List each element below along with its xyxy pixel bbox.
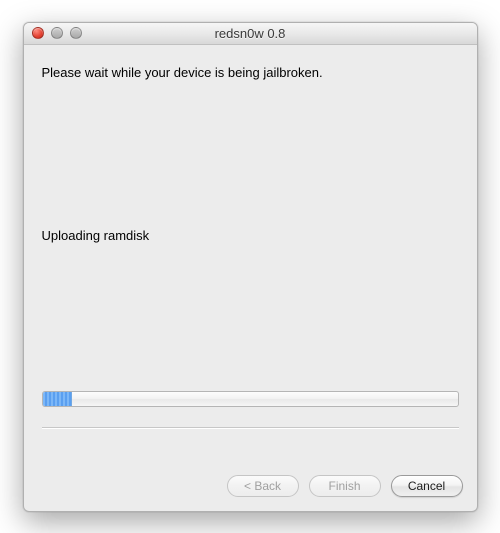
app-window: redsn0w 0.8 Please wait while your devic…: [23, 22, 478, 512]
status-text: Uploading ramdisk: [42, 228, 459, 243]
window-controls: [24, 27, 82, 39]
progress-bar: [42, 391, 459, 407]
minimize-icon[interactable]: [51, 27, 63, 39]
window-title: redsn0w 0.8: [24, 26, 477, 41]
titlebar[interactable]: redsn0w 0.8: [24, 23, 477, 45]
instruction-text: Please wait while your device is being j…: [42, 65, 459, 80]
separator: [42, 427, 459, 428]
back-button: < Back: [227, 475, 299, 497]
cancel-button[interactable]: Cancel: [391, 475, 463, 497]
finish-button: Finish: [309, 475, 381, 497]
progress-wrap: [42, 391, 459, 407]
progress-fill: [43, 392, 72, 406]
close-icon[interactable]: [32, 27, 44, 39]
content-pane: Please wait while your device is being j…: [24, 45, 477, 463]
zoom-icon[interactable]: [70, 27, 82, 39]
button-bar: < Back Finish Cancel: [24, 463, 477, 511]
